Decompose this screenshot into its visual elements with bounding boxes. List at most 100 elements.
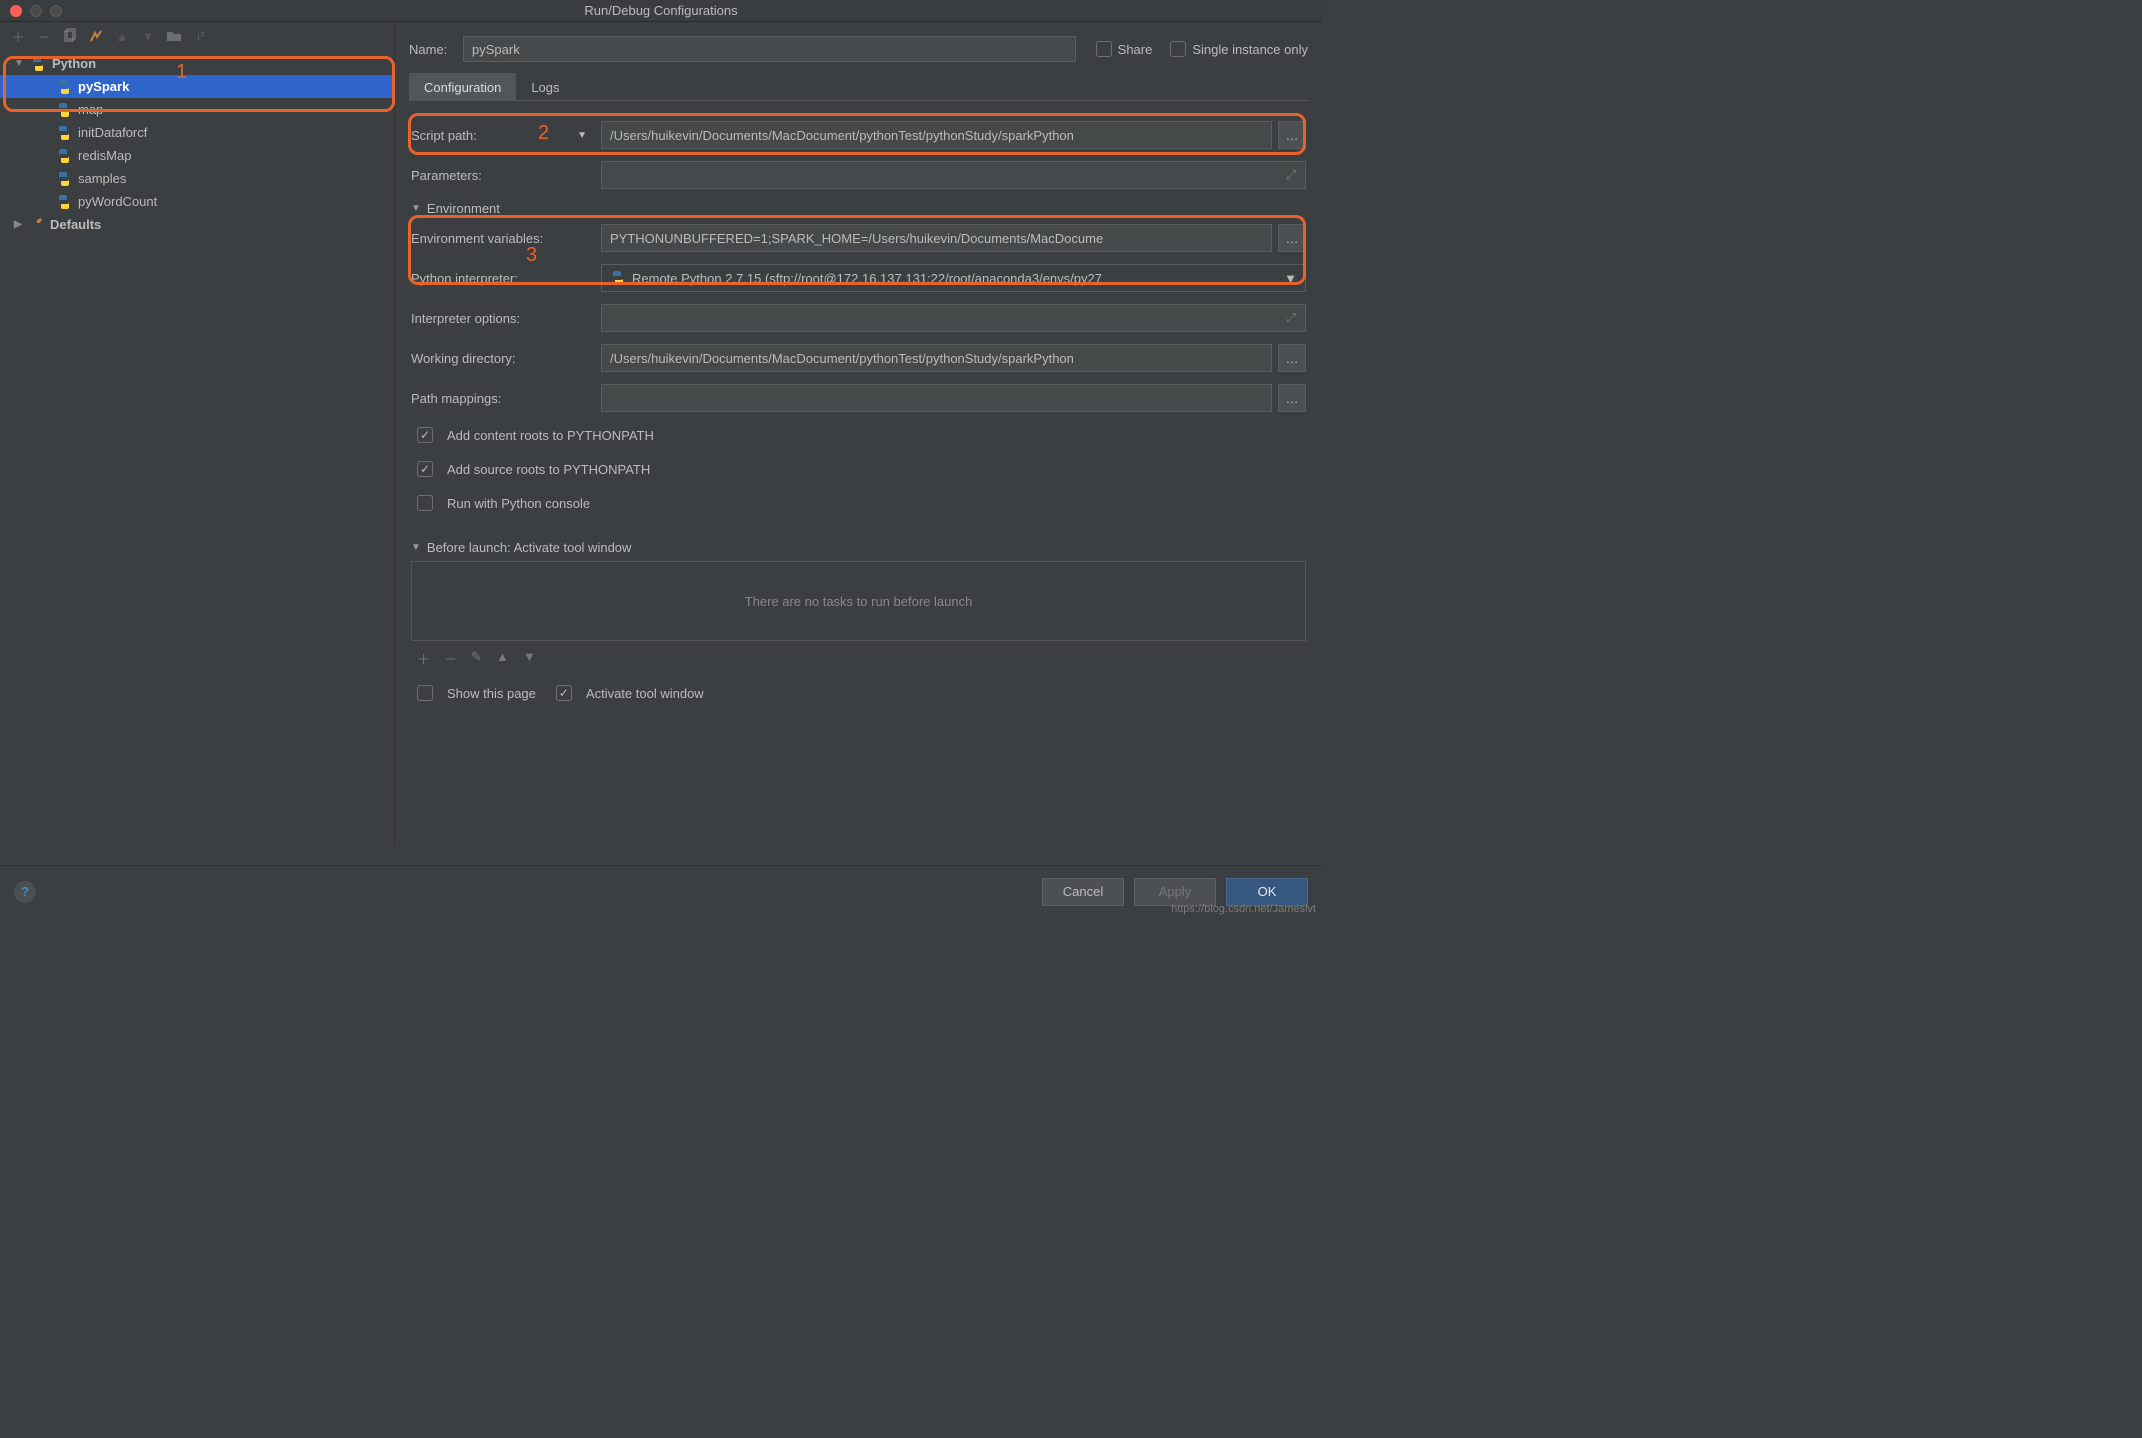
script-path-label: Script path:: [411, 128, 477, 143]
tree-item-pywordcount[interactable]: pyWordCount: [0, 190, 394, 213]
help-button[interactable]: ?: [14, 881, 36, 903]
env-vars-input[interactable]: PYTHONUNBUFFERED=1;SPARK_HOME=/Users/hui…: [601, 224, 1272, 252]
tree-item-label: pySpark: [78, 79, 129, 94]
browse-button[interactable]: …: [1278, 224, 1306, 252]
chevron-down-icon: ▼: [411, 542, 421, 553]
tree-group-label: Python: [52, 56, 96, 71]
remove-icon[interactable]: －: [36, 27, 52, 46]
python-icon: [56, 125, 72, 141]
tree-item-label: redisMap: [78, 148, 131, 163]
checkbox-icon: [556, 685, 572, 701]
browse-button[interactable]: …: [1278, 121, 1306, 149]
chevron-down-icon: ▼: [411, 203, 421, 214]
environment-section[interactable]: ▼ Environment: [411, 201, 1306, 216]
before-launch-toolbar: ＋ － ✎ ▲ ▼: [411, 641, 1306, 676]
name-label: Name:: [409, 42, 463, 57]
parameters-label: Parameters:: [411, 168, 601, 183]
show-this-page-checkbox[interactable]: Show this page: [417, 685, 536, 701]
title-bar: Run/Debug Configurations: [0, 0, 1322, 22]
tree-item-pyspark[interactable]: pySpark: [0, 75, 394, 98]
checkbox-icon: [417, 461, 433, 477]
configurations-sidebar: ＋ － ▲ ▼ ↓² ▼ Python: [0, 22, 395, 845]
up-icon: ▲: [496, 649, 509, 668]
tree-item-map[interactable]: map: [0, 98, 394, 121]
checkbox-icon: [1096, 41, 1112, 57]
python-icon: [610, 270, 626, 286]
path-mappings-input[interactable]: [601, 384, 1272, 412]
watermark: https://blog.csdn.net/Jameslvt: [1171, 903, 1316, 915]
interpreter-dropdown[interactable]: Remote Python 2.7.15 (sftp://root@172.16…: [601, 264, 1306, 292]
interpreter-options-input[interactable]: ⤢: [601, 304, 1306, 332]
expand-icon[interactable]: ▼: [14, 58, 24, 69]
parameters-input[interactable]: ⤢: [601, 161, 1306, 189]
single-instance-checkbox[interactable]: Single instance only: [1170, 41, 1308, 57]
environment-section-label: Environment: [427, 201, 500, 216]
before-launch-list: There are no tasks to run before launch: [411, 561, 1306, 641]
interpreter-value: Remote Python 2.7.15 (sftp://root@172.16…: [632, 271, 1102, 286]
ok-button[interactable]: OK: [1226, 878, 1308, 906]
chevron-down-icon[interactable]: ▼: [577, 130, 587, 141]
share-checkbox[interactable]: Share: [1096, 41, 1153, 57]
tree-item-samples[interactable]: samples: [0, 167, 394, 190]
tree-item-initdataforcf[interactable]: initDataforcf: [0, 121, 394, 144]
sort-icon[interactable]: ↓²: [192, 31, 208, 42]
checkbox-icon: [417, 495, 433, 511]
remove-icon: －: [444, 649, 457, 668]
python-icon: [56, 102, 72, 118]
expand-icon[interactable]: ⤢: [1282, 166, 1300, 184]
show-this-page-label: Show this page: [447, 686, 536, 701]
before-launch-section[interactable]: ▼ Before launch: Activate tool window: [411, 540, 1306, 555]
config-tabs: Configuration Logs: [409, 72, 1308, 101]
interpreter-label: Python interpreter:: [411, 271, 601, 286]
checkbox-icon: [417, 427, 433, 443]
run-with-console-checkbox[interactable]: Run with Python console: [417, 495, 590, 511]
python-icon: [56, 79, 72, 95]
tree-item-redismap[interactable]: redisMap: [0, 144, 394, 167]
copy-icon[interactable]: [62, 28, 78, 44]
expand-icon[interactable]: ▶: [14, 219, 24, 230]
add-source-roots-checkbox[interactable]: Add source roots to PYTHONPATH: [417, 461, 650, 477]
browse-button[interactable]: …: [1278, 344, 1306, 372]
working-dir-input[interactable]: /Users/huikevin/Documents/MacDocument/py…: [601, 344, 1272, 372]
tree-item-label: samples: [78, 171, 126, 186]
tree-group-label: Defaults: [50, 217, 101, 232]
dialog-footer: ? Cancel Apply OK: [0, 865, 1322, 917]
add-source-roots-label: Add source roots to PYTHONPATH: [447, 462, 650, 477]
folder-icon[interactable]: [166, 28, 182, 44]
browse-button[interactable]: …: [1278, 384, 1306, 412]
env-vars-label: Environment variables:: [411, 231, 601, 246]
add-icon[interactable]: ＋: [10, 27, 26, 46]
interpreter-options-label: Interpreter options:: [411, 311, 601, 326]
tab-logs[interactable]: Logs: [516, 73, 574, 101]
checkbox-icon: [1170, 41, 1186, 57]
tree-group-defaults[interactable]: ▶ Defaults: [0, 213, 394, 236]
python-icon: [56, 194, 72, 210]
single-instance-label: Single instance only: [1192, 42, 1308, 57]
add-icon[interactable]: ＋: [417, 649, 430, 668]
tree-group-python[interactable]: ▼ Python: [0, 52, 394, 75]
run-with-console-label: Run with Python console: [447, 496, 590, 511]
sidebar-toolbar: ＋ － ▲ ▼ ↓²: [0, 22, 394, 50]
cancel-button[interactable]: Cancel: [1042, 878, 1124, 906]
python-icon: [56, 148, 72, 164]
tree-item-label: map: [78, 102, 103, 117]
working-dir-label: Working directory:: [411, 351, 601, 366]
checkbox-icon: [417, 685, 433, 701]
python-icon: [56, 171, 72, 187]
down-icon: ▼: [523, 649, 536, 668]
down-icon: ▼: [140, 29, 156, 44]
share-label: Share: [1118, 42, 1153, 57]
configurations-tree[interactable]: ▼ Python pySpark map initDataforcf redi: [0, 50, 394, 845]
wrench-icon: [30, 216, 44, 233]
expand-icon[interactable]: ⤢: [1282, 309, 1300, 327]
script-path-input[interactable]: /Users/huikevin/Documents/MacDocument/py…: [601, 121, 1272, 149]
add-content-roots-checkbox[interactable]: Add content roots to PYTHONPATH: [417, 427, 654, 443]
up-icon: ▲: [114, 29, 130, 44]
window-title: Run/Debug Configurations: [0, 3, 1322, 18]
activate-tool-window-checkbox[interactable]: Activate tool window: [556, 685, 704, 701]
settings-icon[interactable]: [88, 28, 104, 44]
name-input[interactable]: [463, 36, 1076, 62]
path-mappings-label: Path mappings:: [411, 391, 601, 406]
activate-tool-window-label: Activate tool window: [586, 686, 704, 701]
tab-configuration[interactable]: Configuration: [409, 73, 516, 101]
